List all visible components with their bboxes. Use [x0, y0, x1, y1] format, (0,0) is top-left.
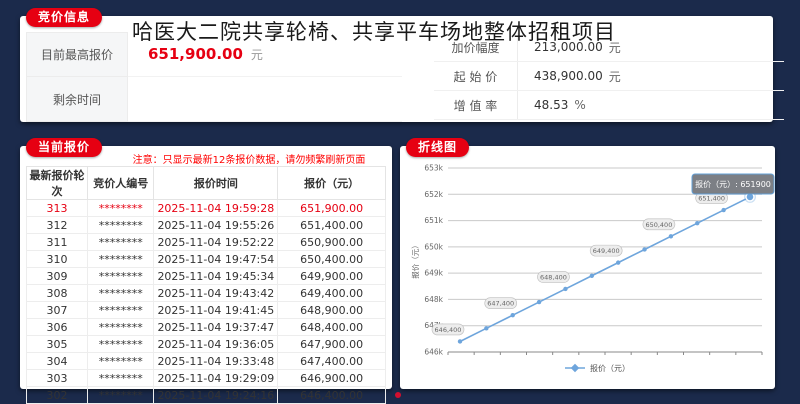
rate-unit: % — [574, 98, 585, 112]
table-row: 307********2025-11-04 19:41:45648,900.00 — [27, 302, 386, 319]
svg-text:649k: 649k — [424, 269, 443, 278]
col-bidder: 竞价人编号 — [88, 167, 154, 200]
line-chart-svg[interactable]: 646k647k648k649k650k651k652k653k报价（元）646… — [400, 146, 775, 389]
current-price-value: 651,900.00 — [148, 45, 243, 63]
svg-text:652k: 652k — [424, 190, 443, 199]
rate-label: 增 值 率 — [434, 91, 518, 119]
rate-value-cell: 48.53 % — [518, 91, 586, 119]
svg-text:649,400: 649,400 — [593, 247, 620, 255]
start-price-value: 438,900.00 — [534, 69, 603, 83]
start-price-row: 起 始 价 438,900.00 元 — [434, 62, 784, 91]
svg-text:653k: 653k — [424, 164, 443, 173]
auction-info-badge: 竞价信息 — [26, 8, 102, 27]
time-left-label: 剩余时间 — [26, 77, 128, 122]
table-row: 306********2025-11-04 19:37:47648,400.00 — [27, 319, 386, 336]
svg-text:报价（元）: 报价（元） — [410, 241, 420, 279]
col-price: 报价（元） — [278, 167, 386, 200]
start-price-label: 起 始 价 — [434, 62, 518, 90]
table-row: 303********2025-11-04 19:29:09646,900.00 — [27, 370, 386, 387]
current-price-label: 目前最高报价 — [26, 32, 128, 77]
svg-text:651,400: 651,400 — [698, 195, 725, 203]
svg-text:646k: 646k — [424, 348, 443, 357]
line-chart-panel: 折线图 646k647k648k649k650k651k652k653k报价（元… — [400, 146, 775, 389]
table-row: 313********2025-11-04 19:59:28651,900.00 — [27, 200, 386, 217]
line-chart-badge: 折线图 — [406, 138, 469, 157]
svg-text:报价（元）: 报价（元） — [590, 363, 630, 373]
table-row: 308********2025-11-04 19:43:42649,400.00 — [27, 285, 386, 302]
svg-text:647,400: 647,400 — [487, 300, 514, 308]
project-title: 哈医大二院共享轮椅、共享平车场地整体招租项目 — [132, 16, 616, 46]
rate-row: 增 值 率 48.53 % — [434, 91, 784, 120]
auction-info-panel: 竞价信息 哈医大二院共享轮椅、共享平车场地整体招租项目 目前最高报价 651,9… — [20, 16, 773, 122]
table-row: 302********2025-11-04 19:24:16646,400.00 — [27, 387, 386, 404]
current-bids-badge: 当前报价 — [26, 138, 102, 157]
table-row: 311********2025-11-04 19:52:22650,900.00 — [27, 234, 386, 251]
current-price-unit: 元 — [251, 46, 263, 63]
start-price-value-cell: 438,900.00 元 — [518, 62, 621, 90]
refresh-notice: 注意：只显示最新12条报价数据，请勿频繁刷新页面 — [110, 151, 388, 166]
table-row: 305********2025-11-04 19:36:05647,900.00 — [27, 336, 386, 353]
time-left-row: 剩余时间 — [26, 77, 402, 122]
table-row: 304********2025-11-04 19:33:48647,400.00 — [27, 353, 386, 370]
bid-table: 最新报价轮次 竞价人编号 报价时间 报价（元） 313********2025-… — [26, 166, 386, 404]
bid-table-body: 313********2025-11-04 19:59:28651,900.00… — [27, 200, 386, 404]
time-left-value — [128, 77, 402, 122]
svg-text:报价（元）: 651900: 报价（元）: 651900 — [695, 179, 771, 189]
svg-text:648k: 648k — [424, 295, 443, 304]
col-round: 最新报价轮次 — [27, 167, 88, 200]
start-price-unit: 元 — [609, 68, 621, 85]
col-time: 报价时间 — [154, 167, 278, 200]
red-indicator-dot — [395, 392, 401, 398]
table-row: 312********2025-11-04 19:55:26651,400.00 — [27, 217, 386, 234]
current-bids-panel: 当前报价 注意：只显示最新12条报价数据，请勿频繁刷新页面 最新报价轮次 竞价人… — [20, 146, 392, 389]
table-row: 310********2025-11-04 19:47:54650,400.00 — [27, 251, 386, 268]
svg-text:646,400: 646,400 — [435, 326, 462, 334]
rate-value: 48.53 — [534, 98, 568, 112]
svg-text:650,400: 650,400 — [645, 221, 672, 229]
auction-params-block: 加价幅度 213,000.00 元 起 始 价 438,900.00 元 增 值… — [434, 33, 784, 120]
table-row: 309********2025-11-04 19:45:34649,900.00 — [27, 268, 386, 285]
page-background: 竞价信息 哈医大二院共享轮椅、共享平车场地整体招租项目 目前最高报价 651,9… — [0, 0, 800, 404]
svg-text:651k: 651k — [424, 216, 443, 225]
table-header-row: 最新报价轮次 竞价人编号 报价时间 报价（元） — [27, 167, 386, 200]
svg-text:648,400: 648,400 — [540, 273, 567, 281]
svg-text:650k: 650k — [424, 242, 443, 251]
